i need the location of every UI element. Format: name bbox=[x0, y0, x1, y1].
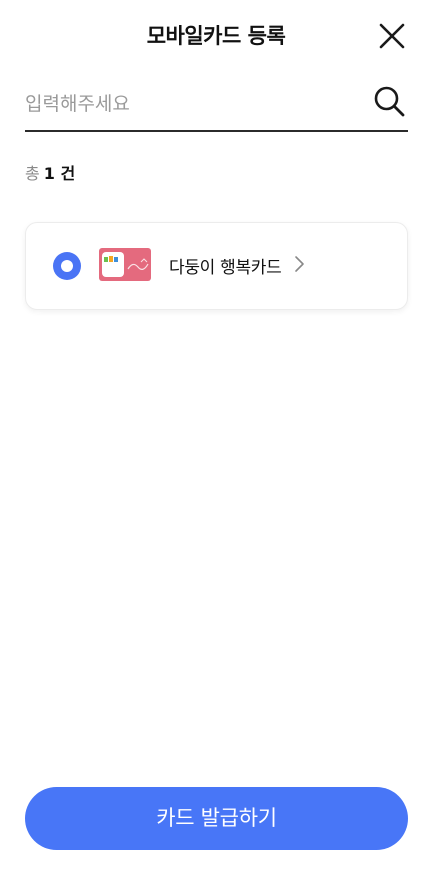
chevron-right-icon bbox=[295, 256, 304, 272]
search-input[interactable] bbox=[25, 84, 355, 124]
page-title: 모바일카드 등록 bbox=[146, 24, 286, 48]
card-decoration bbox=[127, 258, 149, 270]
card-thumbnail bbox=[99, 248, 151, 281]
result-count: 총1 건 bbox=[25, 160, 75, 184]
result-count-value: 1 건 bbox=[43, 164, 76, 183]
card-name: 다둥이 행복카드 bbox=[169, 258, 282, 278]
card-list-item[interactable]: 다둥이 행복카드 bbox=[25, 222, 408, 310]
search-icon bbox=[374, 86, 405, 117]
close-button[interactable] bbox=[376, 20, 408, 52]
header: 모바일카드 등록 bbox=[0, 0, 432, 70]
issue-card-button[interactable]: 카드 발급하기 bbox=[25, 787, 408, 850]
search-button[interactable] bbox=[372, 84, 406, 118]
close-icon bbox=[379, 23, 405, 49]
result-count-prefix: 총 bbox=[25, 164, 40, 183]
card-select-radio[interactable] bbox=[53, 252, 81, 280]
search-bar bbox=[25, 78, 408, 132]
card-logo-mark bbox=[104, 256, 118, 262]
radio-dot bbox=[61, 260, 73, 272]
